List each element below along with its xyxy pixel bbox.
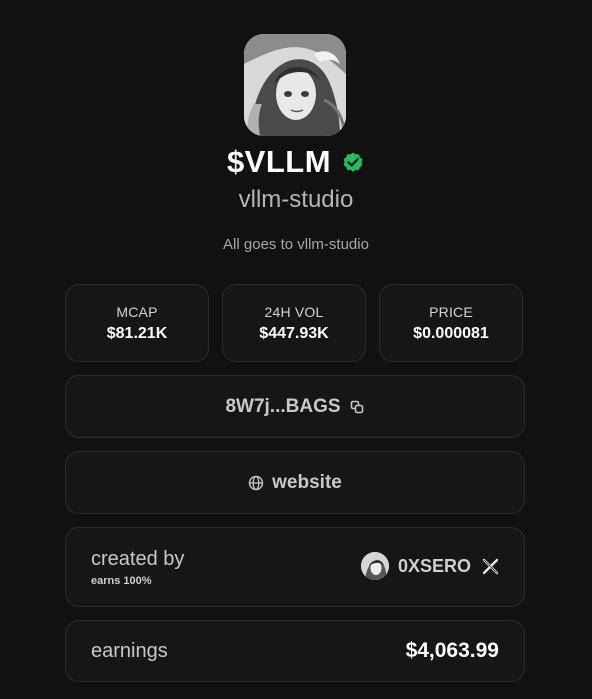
creator-earns: earns 100% (91, 575, 152, 587)
earnings-label: earnings (91, 640, 168, 662)
globe-icon (248, 475, 264, 491)
copy-icon[interactable] (349, 399, 365, 415)
creator-name: 0XSERO (397, 555, 471, 576)
token-avatar (244, 34, 346, 136)
token-ticker: $VLLM (226, 144, 332, 179)
contract-address: 8W7j...BAGS (225, 395, 341, 417)
title-row: $VLLM (0, 144, 592, 180)
stat-label: 24H VOL (264, 304, 324, 320)
stat-mcap: MCAP $81.21K (65, 284, 209, 362)
creator-profile-link[interactable]: 0XSERO (360, 552, 499, 580)
anime-portrait-avatar-icon (244, 34, 346, 136)
stat-value: $0.000081 (413, 325, 489, 342)
stat-label: MCAP (116, 304, 158, 320)
creator-info: created by earns 100% (91, 548, 184, 587)
earnings-value: $4,063.99 (405, 639, 499, 662)
contract-address-button[interactable]: 8W7j...BAGS (65, 375, 525, 438)
website-button[interactable]: website (65, 451, 525, 514)
stat-value: $447.93K (259, 325, 329, 342)
stat-label: PRICE (429, 304, 473, 320)
stat-price: PRICE $0.000081 (379, 284, 523, 362)
creator-avatar (360, 552, 389, 580)
creator-card: created by earns 100% 0XSERO (65, 527, 525, 607)
earnings-card: earnings $4,063.99 (65, 620, 525, 682)
verified-badge-icon (341, 150, 365, 174)
token-description: All goes to vllm-studio (223, 236, 369, 253)
creator-title: created by (91, 548, 185, 570)
stat-24h-vol: 24H VOL $447.93K (222, 284, 366, 362)
token-profile: $VLLM vllm-studio All goes to vllm-studi… (0, 0, 592, 699)
token-name: vllm-studio (238, 186, 354, 213)
x-icon[interactable] (482, 558, 499, 575)
stat-value: $81.21K (106, 325, 168, 342)
website-label: website (272, 471, 342, 493)
